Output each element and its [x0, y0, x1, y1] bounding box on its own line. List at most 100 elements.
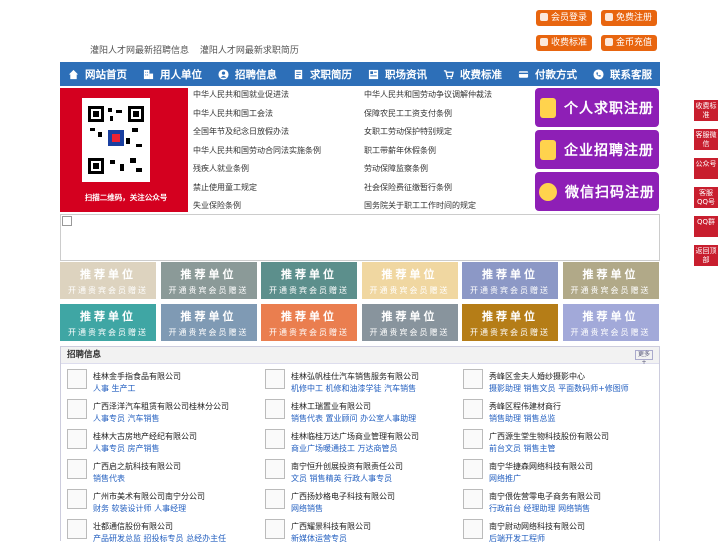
job-positions[interactable]: 销售代表 置业顾问 办公室人事助理 [291, 413, 416, 424]
company-name[interactable]: 广西泽洋汽车租赁有限公司桂林分公司 [93, 401, 229, 412]
law-link[interactable]: 保障农民工工资支付条例 [364, 105, 532, 124]
recommended-employer-tile[interactable]: 推荐单位 开通贵宾会员赠送 [562, 304, 659, 341]
member-login-button[interactable]: 会员登录 [536, 10, 593, 26]
more-link[interactable]: 更多+ [635, 350, 653, 366]
company-name[interactable]: 桂林工瑞置业有限公司 [291, 401, 371, 412]
company-logo[interactable] [463, 429, 483, 449]
law-link[interactable]: 国务院关于职工工作时间的规定 [364, 197, 532, 216]
recommended-employer-tile[interactable]: 推荐单位 开通贵宾会员赠送 [160, 262, 257, 299]
job-positions[interactable]: 人事 生产工 [93, 383, 136, 394]
side-float-item[interactable]: 公众号 [694, 158, 718, 179]
nav-employers[interactable]: 用人单位 [135, 62, 210, 86]
company-name[interactable]: 桂林临桂万达广场商业管理有限公司 [291, 431, 419, 442]
recommended-employer-tile[interactable]: 推荐单位 开通贵宾会员赠送 [261, 304, 357, 341]
job-positions[interactable]: 销售助理 销售总监 [489, 413, 556, 424]
job-positions[interactable]: 机修中工 机修和油漆学徒 汽车销售 [291, 383, 416, 394]
recommended-employer-tile[interactable]: 推荐单位 开通贵宾会员赠送 [462, 304, 558, 341]
company-logo[interactable] [265, 489, 285, 509]
company-name[interactable]: 广西耀景科技有限公司 [291, 521, 371, 532]
law-link[interactable]: 劳动保障监察条例 [364, 160, 532, 179]
law-link[interactable]: 禁止使用童工规定 [193, 179, 358, 198]
company-name[interactable]: 广西启之航科技有限公司 [93, 461, 181, 472]
company-logo[interactable] [67, 429, 87, 449]
job-positions[interactable]: 销售代表 [93, 473, 125, 484]
job-positions[interactable]: 前台文员 销售主管 [489, 443, 556, 454]
recommended-employer-tile[interactable]: 推荐单位 开通贵宾会员赠送 [361, 304, 458, 341]
company-name[interactable]: 秀峰区程伟建材商行 [489, 401, 561, 412]
job-positions[interactable]: 人事专员 汽车销售 [93, 413, 160, 424]
law-link[interactable]: 职工带薪年休假条例 [364, 142, 532, 161]
job-positions[interactable]: 财务 软装设计师 人事经理 [93, 503, 186, 514]
company-logo[interactable] [463, 489, 483, 509]
company-name[interactable]: 壮都通信股份有限公司 [93, 521, 173, 532]
law-link[interactable]: 全国年节及纪念日放假办法 [193, 123, 358, 142]
job-positions[interactable]: 产品研发总监 招投标专员 总经办主任 [93, 533, 226, 544]
company-name[interactable]: 桂林弘帆桂仕汽车销售服务有限公司 [291, 371, 419, 382]
company-logo[interactable] [67, 489, 87, 509]
job-positions[interactable]: 网络销售 [291, 503, 323, 514]
job-positions[interactable]: 新媒体运营专员 [291, 533, 347, 544]
nav-jobs[interactable]: 招聘信息 [210, 62, 285, 86]
company-logo[interactable] [67, 399, 87, 419]
company-logo[interactable] [265, 429, 285, 449]
company-logo[interactable] [67, 519, 87, 539]
side-float-item[interactable]: QQ群 [694, 216, 718, 237]
law-link[interactable]: 中华人民共和国劳动合同法实施条例 [193, 142, 358, 161]
nav-support[interactable]: 联系客服 [585, 62, 660, 86]
company-name[interactable]: 广西源生堂生物科技股份有限公司 [489, 431, 609, 442]
nav-fees[interactable]: 收费标准 [435, 62, 510, 86]
company-logo[interactable] [463, 369, 483, 389]
company-logo[interactable] [463, 459, 483, 479]
company-logo[interactable] [265, 519, 285, 539]
company-logo[interactable] [67, 459, 87, 479]
company-name[interactable]: 南宁华捷森网络科技有限公司 [489, 461, 593, 472]
recommended-employer-tile[interactable]: 推荐单位 开通贵宾会员赠送 [60, 262, 156, 299]
nav-resumes[interactable]: 求职简历 [285, 62, 360, 86]
recommended-employer-tile[interactable]: 推荐单位 开通贵宾会员赠送 [361, 262, 458, 299]
company-name[interactable]: 广西扬妙格电子科技有限公司 [291, 491, 395, 502]
law-link[interactable]: 失业保险条例 [193, 197, 358, 216]
law-link[interactable]: 中华人民共和国就业促进法 [193, 86, 358, 105]
company-name[interactable]: 桂林大古房地产经纪有限公司 [93, 431, 197, 442]
recommended-employer-tile[interactable]: 推荐单位 开通贵宾会员赠送 [261, 262, 357, 299]
law-link[interactable]: 中华人民共和国工会法 [193, 105, 358, 124]
company-name[interactable]: 南宁恒升创展投资有限责任公司 [291, 461, 403, 472]
latest-jobs-link[interactable]: 灌阳人才网最新招聘信息 [90, 46, 189, 56]
recommended-employer-tile[interactable]: 推荐单位 开通贵宾会员赠送 [160, 304, 257, 341]
company-name[interactable]: 南宁尉动网络科技有限公司 [489, 521, 585, 532]
job-positions[interactable]: 摄影助理 销售文员 平面数码师+修图师 [489, 383, 629, 394]
nav-payment[interactable]: 付款方式 [510, 62, 585, 86]
recommended-employer-tile[interactable]: 推荐单位 开通贵宾会员赠送 [462, 262, 558, 299]
latest-resumes-link[interactable]: 灌阳人才网最新求职简历 [200, 46, 299, 56]
coin-recharge-button[interactable]: 金币充值 [601, 35, 658, 51]
job-positions[interactable]: 网络推广 [489, 473, 521, 484]
company-logo[interactable] [265, 459, 285, 479]
nav-news[interactable]: 职场资讯 [360, 62, 435, 86]
company-name[interactable]: 桂林金手指食品有限公司 [93, 371, 181, 382]
side-float-item[interactable]: 客服QQ号 [694, 187, 718, 208]
company-logo[interactable] [463, 519, 483, 539]
job-positions[interactable]: 文员 销售精英 行政人事专员 [291, 473, 392, 484]
fee-standard-button[interactable]: 收费标准 [536, 35, 593, 51]
company-name[interactable]: 南宁偎佐营零电子商务有限公司 [489, 491, 601, 502]
nav-home[interactable]: 网站首页 [60, 62, 135, 86]
job-positions[interactable]: 人事专员 房产销售 [93, 443, 160, 454]
job-positions[interactable]: 后端开发工程师 [489, 533, 545, 544]
wechat-register-button[interactable]: 微信扫码注册 [535, 172, 659, 211]
company-logo[interactable] [463, 399, 483, 419]
company-register-button[interactable]: 企业招聘注册 [535, 130, 659, 169]
company-logo[interactable] [265, 399, 285, 419]
law-link[interactable]: 社会保险费征缴暂行条例 [364, 179, 532, 198]
side-float-item[interactable]: 客服微信 [694, 129, 718, 150]
job-positions[interactable]: 商业广场暖通技工 万达商管员 [291, 443, 398, 454]
company-name[interactable]: 广州市美术有限公司南宁分公司 [93, 491, 205, 502]
company-logo[interactable] [67, 369, 87, 389]
personal-register-button[interactable]: 个人求职注册 [535, 88, 659, 127]
recommended-employer-tile[interactable]: 推荐单位 开通贵宾会员赠送 [60, 304, 156, 341]
free-register-button[interactable]: 免费注册 [601, 10, 658, 26]
company-logo[interactable] [265, 369, 285, 389]
side-float-item[interactable]: 返回顶部 [694, 245, 718, 266]
banner-image[interactable] [60, 214, 660, 261]
side-float-item[interactable]: 收费标准 [694, 100, 718, 121]
law-link[interactable]: 残疾人就业条例 [193, 160, 358, 179]
